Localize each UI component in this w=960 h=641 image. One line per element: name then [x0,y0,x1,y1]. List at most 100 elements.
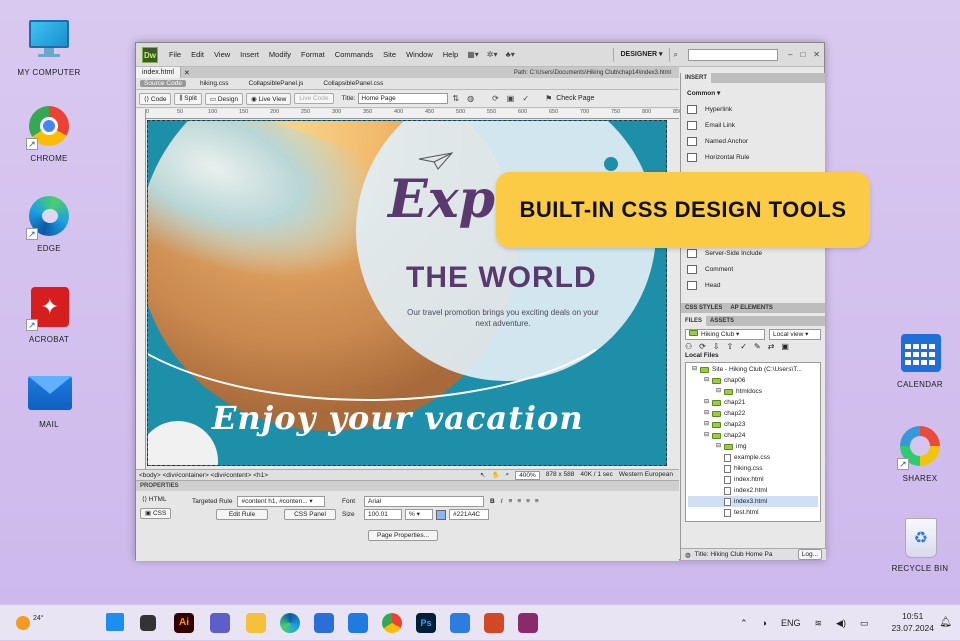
desktop-icon-sharex[interactable]: ↗ SHAREX [880,424,960,483]
expand-toggle-icon[interactable]: ⊟ [716,386,724,397]
file-tree-row[interactable]: index.html [688,474,818,485]
weather-widget[interactable]: 24° [16,605,44,641]
wifi-icon[interactable]: ≋ [815,618,823,629]
tab-assets[interactable]: ASSETS [706,316,738,326]
doc-tab-index[interactable]: index.html [136,67,181,78]
insert-item-horizontal-rule[interactable]: Horizontal Rule [687,149,819,165]
menu-file[interactable]: File [164,50,186,59]
targeted-rule-select[interactable]: #content h1, #conten... ▾ [237,496,326,507]
search-icon[interactable]: ⌕ [674,50,678,60]
powerpoint-icon[interactable] [484,613,504,633]
html-mode-button[interactable]: ⟨⟩ HTML [142,495,167,504]
tray-chevron-icon[interactable]: ⌃ [740,618,748,629]
insert-category-select[interactable]: Common ▾ [687,85,819,101]
expand-icon[interactable]: ▣ [781,342,789,351]
maximize-icon[interactable]: □ [800,50,805,59]
file-explorer-icon[interactable] [246,613,266,633]
expand-toggle-icon[interactable]: ⊟ [704,419,712,430]
get-files-icon[interactable]: ⇩ [713,342,720,351]
related-file-hiking-css[interactable]: hiking.css [190,80,239,87]
illustrator-icon[interactable]: Ai [174,613,194,633]
file-tree-row[interactable]: ⊟ chap24 [688,430,818,441]
window-size[interactable]: 878 x 588 [546,471,575,480]
put-files-icon[interactable]: ⇧ [727,342,734,351]
start-icon[interactable] [106,613,124,631]
edit-rule-button[interactable]: Edit Rule [216,509,268,520]
size-unit-select[interactable]: % ▾ [405,509,433,520]
winrar-icon[interactable] [518,613,538,633]
file-tree-row[interactable]: ⊟ chap21 [688,397,818,408]
connect-icon[interactable]: ⚇ [685,342,692,351]
file-tree-row[interactable]: ⊟ chap22 [688,408,818,419]
workspace-switcher[interactable]: DESIGNER ▾ [613,47,670,62]
insert-item-email-link[interactable]: Email Link [687,117,819,133]
font-select[interactable]: Arial [364,496,484,507]
live-code-button[interactable]: Live Code [294,93,334,104]
battery-icon[interactable]: ▭ [860,618,869,629]
edge-taskbar-icon[interactable] [280,613,300,633]
menu-commands[interactable]: Commands [330,50,378,59]
view-select[interactable]: Local view ▾ [769,329,821,340]
file-tree-row[interactable]: hiking.css [688,463,818,474]
expand-toggle-icon[interactable]: ⊟ [704,375,712,386]
store-icon[interactable] [314,613,334,633]
check-out-icon[interactable]: ✓ [740,342,747,351]
desktop-icon-my-computer[interactable]: MY COMPUTER [9,18,89,77]
visual-aids-icon[interactable]: ▣ [507,94,515,103]
volume-icon[interactable]: ◀) [836,618,846,629]
menu-format[interactable]: Format [296,50,330,59]
file-tree-row[interactable]: test.html [688,507,818,518]
css-panel-button[interactable]: CSS Panel [284,509,336,520]
desktop-icon-mail[interactable]: MAIL [9,370,89,429]
notification-bell-icon[interactable]: 🔔︎ [939,617,952,628]
refresh-files-icon[interactable]: ⟳ [699,342,706,351]
desktop-icon-recycle-bin[interactable]: ♻ RECYCLE BIN [880,514,960,573]
italic-icon[interactable]: I [501,498,503,505]
source-code-button[interactable]: Source Code [140,80,186,87]
zoom-select[interactable]: 400% [515,470,540,480]
bold-icon[interactable]: B [490,498,495,505]
teams-icon[interactable] [210,613,230,633]
menu-site[interactable]: Site [378,50,401,59]
w3c-validation-icon[interactable]: ✓ [522,94,529,103]
related-file-collapsible-css[interactable]: CollapsiblePanel.css [313,80,393,87]
help-search-input[interactable] [688,48,778,61]
file-tree-row[interactable]: index2.html [688,485,818,496]
refresh-icon[interactable]: ⟳ [492,94,499,103]
language-indicator[interactable]: ENG [781,618,801,628]
menu-help[interactable]: Help [438,50,463,59]
zoom-tool-icon[interactable]: ⌕ [506,471,510,480]
menu-modify[interactable]: Modify [264,50,296,59]
site-select[interactable]: Hiking Club ▾ [685,329,765,340]
extend-icon[interactable]: ✲▾ [487,50,498,59]
menu-window[interactable]: Window [401,50,438,59]
insert-item-head[interactable]: Head [687,277,819,293]
file-management-icon[interactable]: ⇅ [452,94,459,103]
select-tool-icon[interactable]: ↖ [480,471,485,480]
photos-icon[interactable] [450,613,470,633]
expand-toggle-icon[interactable]: ⊟ [704,430,712,441]
log-button[interactable]: Log... [797,549,822,560]
color-input[interactable]: #221A4C [449,509,489,520]
size-input[interactable]: 100.01 [364,509,402,520]
align-left-icon[interactable]: ≡ [509,498,513,505]
tab-files[interactable]: FILES [681,316,707,326]
file-tree-row[interactable]: ⊟ Site - Hiking Club (C:\Users\T... [688,364,818,375]
insert-item-hyperlink[interactable]: Hyperlink [687,101,819,117]
desktop-icon-chrome[interactable]: ↗ CHROME [9,104,89,163]
close-icon[interactable]: ✕ [813,50,820,59]
color-swatch[interactable] [436,509,446,520]
tab-ap-elements[interactable]: AP ELEMENTS [726,303,777,313]
insert-item-named-anchor[interactable]: Named Anchor [687,133,819,149]
live-view-button[interactable]: ◉ Live View [246,92,292,105]
title-input[interactable]: Home Page [358,93,449,104]
tray-app-icon[interactable]: ◑ [762,618,767,628]
tab-css-styles[interactable]: CSS STYLES [681,303,726,313]
menu-insert[interactable]: Insert [235,50,264,59]
file-tree-row[interactable]: ⊟ htmldocs [688,386,818,397]
code-view-button[interactable]: ⟨⟩ Code [139,92,172,105]
minimize-icon[interactable]: – [788,50,792,59]
insert-item-comment[interactable]: Comment [687,261,819,277]
expand-toggle-icon[interactable]: ⊟ [716,441,724,452]
file-tree-row[interactable]: ⊟ img [688,441,818,452]
